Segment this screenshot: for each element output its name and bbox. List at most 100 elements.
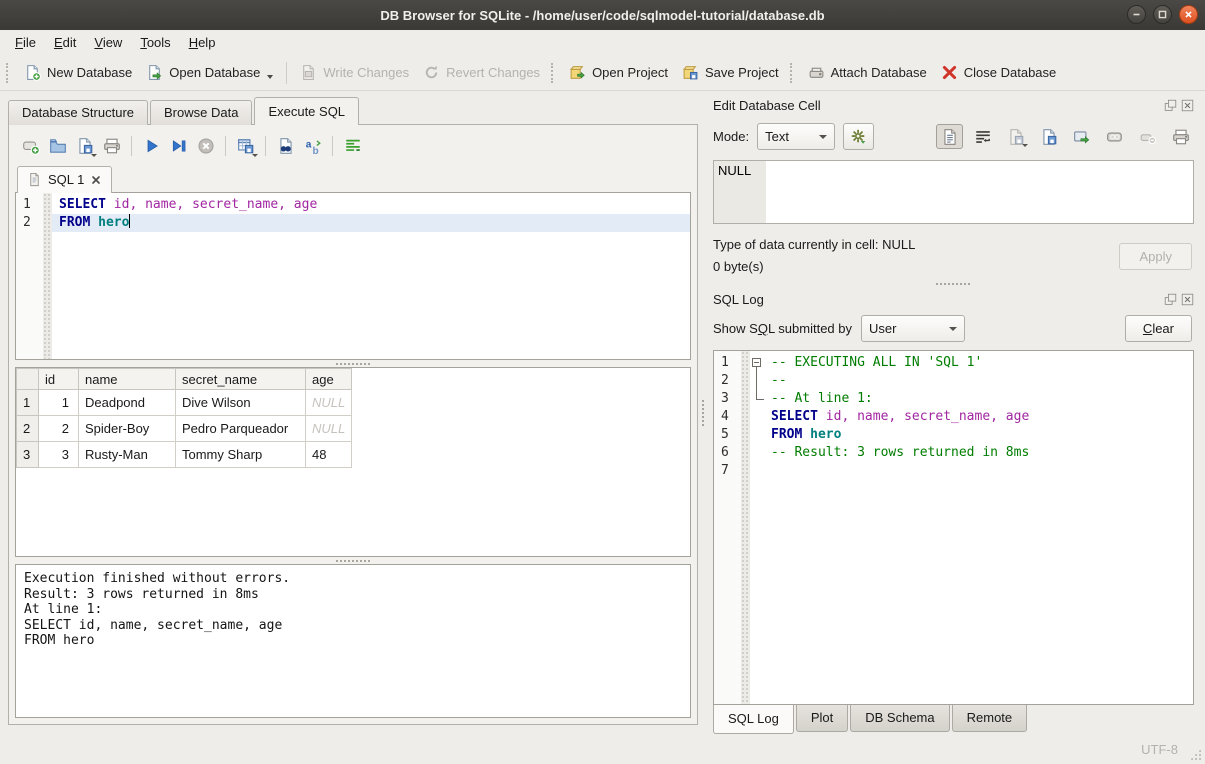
sql-editor[interactable]: 12 SELECT id, name, secret_name, ageFROM… xyxy=(15,192,691,360)
menu-tools[interactable]: Tools xyxy=(131,32,179,53)
apply-button[interactable]: Apply xyxy=(1119,243,1192,270)
chevron-down-icon[interactable] xyxy=(267,75,273,79)
bottom-tab-sql-log[interactable]: SQL Log xyxy=(713,705,794,734)
column-header-age[interactable]: age xyxy=(306,369,352,390)
menu-file[interactable]: File xyxy=(6,32,45,53)
save-cell-button[interactable] xyxy=(1002,124,1029,149)
open-project-button[interactable]: Open Project xyxy=(562,60,675,85)
attach-database-button[interactable]: Attach Database xyxy=(801,60,934,85)
row-number[interactable]: 3 xyxy=(17,442,39,468)
close-tab-icon[interactable] xyxy=(90,174,102,186)
word-wrap-button[interactable] xyxy=(969,124,996,149)
clear-button[interactable]: Clear xyxy=(1125,315,1192,342)
new-tab-button[interactable] xyxy=(17,134,44,159)
bottom-tab-plot[interactable]: Plot xyxy=(796,705,848,732)
table-cell[interactable]: Pedro Parqueador xyxy=(176,416,306,442)
table-cell[interactable]: 3 xyxy=(39,442,79,468)
cell-editor[interactable]: NULL xyxy=(713,160,1194,224)
print-cell-button[interactable] xyxy=(1167,124,1194,149)
write-changes-button[interactable]: Write Changes xyxy=(293,60,416,85)
open-database-button[interactable]: Open Database xyxy=(139,60,280,85)
cell-text-area[interactable] xyxy=(766,161,1193,223)
chevron-down-icon[interactable] xyxy=(91,154,97,157)
sql-doc-tab[interactable]: SQL 1 xyxy=(17,166,112,193)
save-project-button[interactable]: Save Project xyxy=(675,60,786,85)
find-button[interactable] xyxy=(272,134,299,159)
sql-log-dock-icons xyxy=(1164,293,1194,306)
line-number: 7 xyxy=(721,462,741,480)
message-line: FROM hero xyxy=(24,633,682,649)
toolbar-handle[interactable] xyxy=(551,63,556,83)
column-header-name[interactable]: name xyxy=(79,369,176,390)
print-button[interactable] xyxy=(98,134,125,159)
save-sql-button[interactable] xyxy=(71,134,98,159)
chevron-down-icon[interactable] xyxy=(1022,144,1028,147)
table-cell[interactable]: Tommy Sharp xyxy=(176,442,306,468)
dock-close-icon[interactable] xyxy=(1181,99,1194,112)
table-cell[interactable]: Spider-Boy xyxy=(79,416,176,442)
new-database-button[interactable]: New Database xyxy=(17,60,139,85)
table-cell[interactable]: Rusty-Man xyxy=(79,442,176,468)
pane-splitter[interactable] xyxy=(698,91,707,735)
format-button[interactable]: ab xyxy=(299,134,326,159)
code-line[interactable]: FROM hero xyxy=(52,214,690,232)
mode-select[interactable]: Text xyxy=(757,123,835,150)
maximize-button[interactable] xyxy=(1153,5,1172,24)
save-results-button[interactable] xyxy=(232,134,259,159)
tab-database-structure[interactable]: Database Structure xyxy=(8,100,148,125)
corner-header[interactable] xyxy=(17,369,39,390)
menu-view[interactable]: View xyxy=(85,32,131,53)
minimize-button[interactable] xyxy=(1127,5,1146,24)
table-cell[interactable]: NULL xyxy=(306,390,352,416)
resize-grip[interactable] xyxy=(1189,748,1202,761)
line-number: 6 xyxy=(721,444,741,462)
export-cell-button[interactable] xyxy=(1068,124,1095,149)
table-cell[interactable]: NULL xyxy=(306,416,352,442)
chevron-down-icon[interactable] xyxy=(252,154,258,157)
bottom-tab-db-schema[interactable]: DB Schema xyxy=(850,705,949,732)
log-filter-select[interactable]: User xyxy=(861,315,965,342)
import-cell-button[interactable] xyxy=(1035,124,1062,149)
text-mode-button[interactable] xyxy=(936,124,963,149)
indent-button[interactable] xyxy=(339,134,366,159)
stop-icon xyxy=(197,137,215,155)
row-number[interactable]: 2 xyxy=(17,416,39,442)
code-line[interactable]: SELECT id, name, secret_name, age xyxy=(52,196,690,214)
table-row: 33Rusty-ManTommy Sharp48 xyxy=(17,442,352,468)
column-header-id[interactable]: id xyxy=(39,369,79,390)
tab-browse-data[interactable]: Browse Data xyxy=(150,100,252,125)
close-database-button[interactable]: Close Database xyxy=(934,60,1064,85)
dock-close-icon[interactable] xyxy=(1181,293,1194,306)
dock-float-icon[interactable] xyxy=(1164,99,1177,112)
stop-button[interactable] xyxy=(192,134,219,159)
menu-help[interactable]: Help xyxy=(180,32,225,53)
row-number[interactable]: 1 xyxy=(17,390,39,416)
table-cell[interactable]: Deadpond xyxy=(79,390,176,416)
tab-execute-sql[interactable]: Execute SQL xyxy=(254,97,359,125)
column-header-secret-name[interactable]: secret_name xyxy=(176,369,306,390)
splitter-editor-results[interactable] xyxy=(15,360,691,367)
fold-marker[interactable] xyxy=(750,354,764,372)
execute-line-button[interactable] xyxy=(165,134,192,159)
open-database-label: Open Database xyxy=(169,65,260,80)
bottom-tab-remote[interactable]: Remote xyxy=(952,705,1028,732)
link-cell-button[interactable] xyxy=(1101,124,1128,149)
toolbar-handle[interactable] xyxy=(790,63,795,83)
toolbar-handle[interactable] xyxy=(6,63,11,83)
close-button[interactable] xyxy=(1179,5,1198,24)
table-cell[interactable]: 2 xyxy=(39,416,79,442)
titlebar[interactable]: DB Browser for SQLite - /home/user/code/… xyxy=(0,0,1205,30)
clear-cell-button[interactable] xyxy=(1134,124,1161,149)
editor-code-area[interactable]: SELECT id, name, secret_name, ageFROM he… xyxy=(52,193,690,359)
auto-apply-button[interactable] xyxy=(843,123,874,150)
dock-float-icon[interactable] xyxy=(1164,293,1177,306)
table-cell[interactable]: 1 xyxy=(39,390,79,416)
execute-button[interactable] xyxy=(138,134,165,159)
table-cell[interactable]: Dive Wilson xyxy=(176,390,306,416)
splitter-results-message[interactable] xyxy=(15,557,691,564)
revert-changes-button[interactable]: Revert Changes xyxy=(416,60,547,85)
open-sql-button[interactable] xyxy=(44,134,71,159)
menu-edit[interactable]: Edit xyxy=(45,32,85,53)
splitter-docks[interactable] xyxy=(709,280,1196,287)
table-cell[interactable]: 48 xyxy=(306,442,352,468)
